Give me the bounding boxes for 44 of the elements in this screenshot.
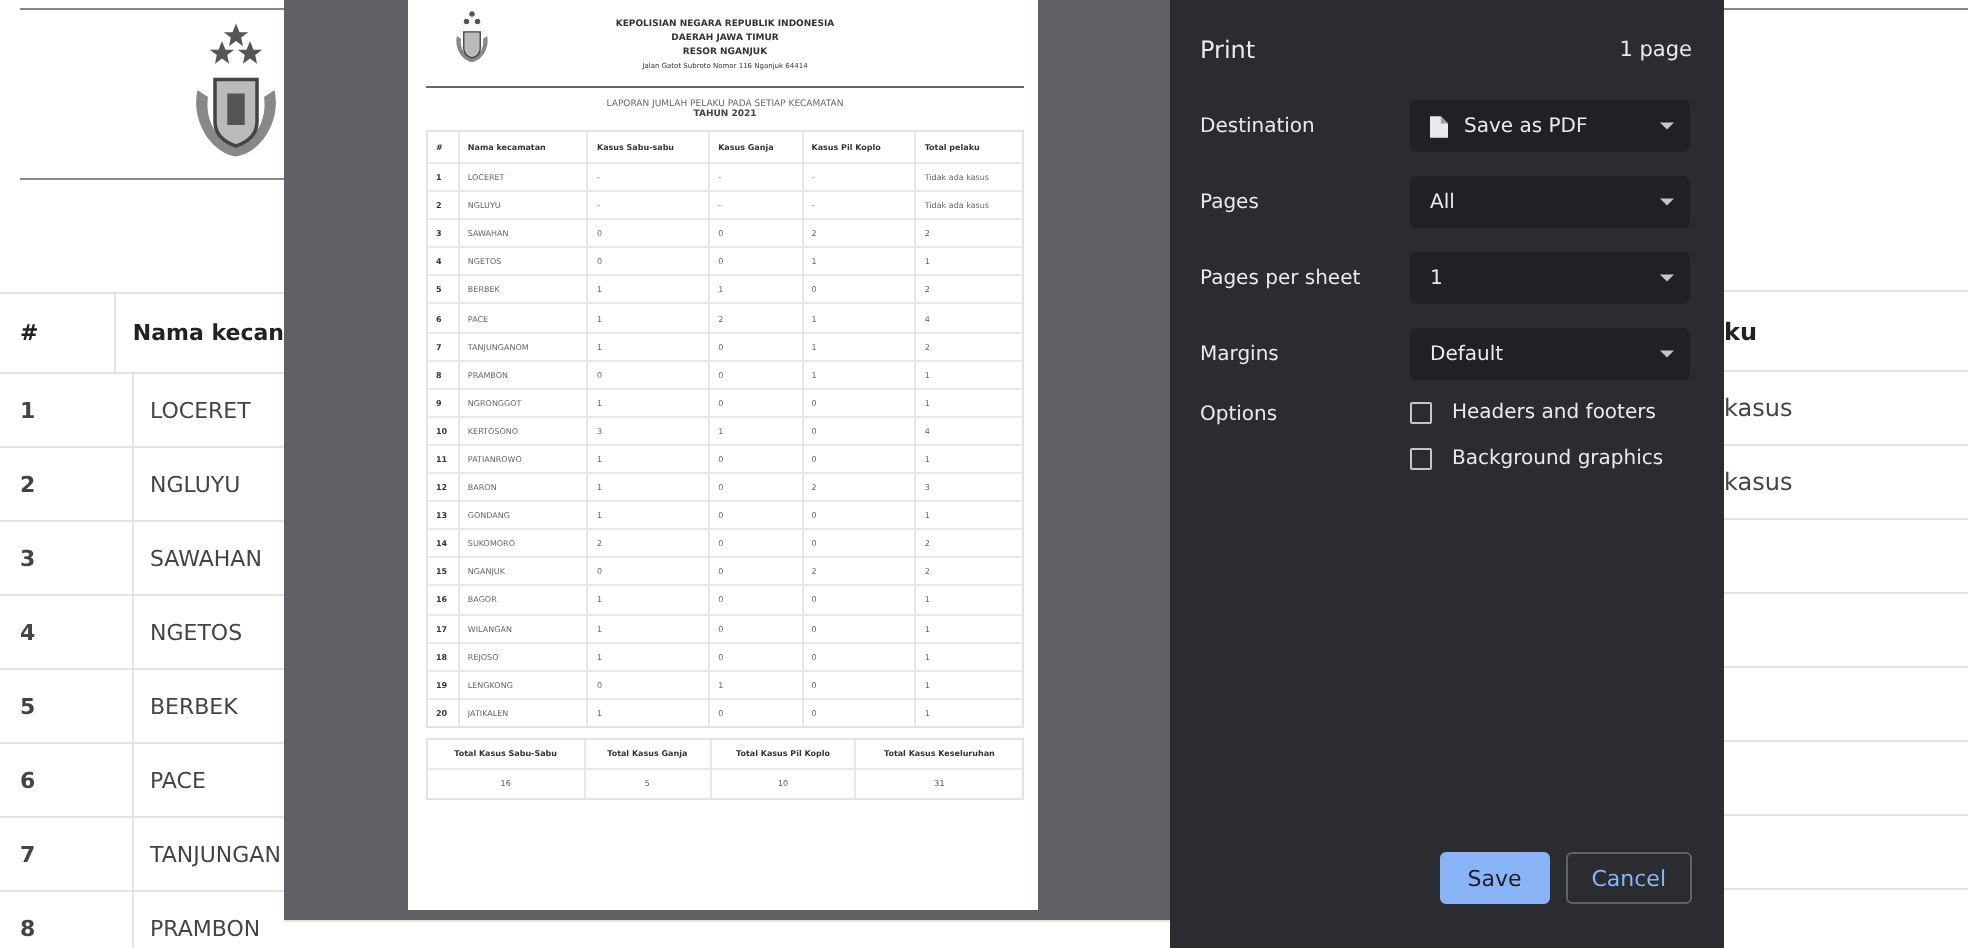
setting-label: Destination xyxy=(1200,115,1317,137)
checkbox-label[interactable]: Headers and footers xyxy=(1452,402,1656,424)
table-cell-text: NGETOS xyxy=(148,617,243,649)
page-count: 1 page xyxy=(1619,38,1692,62)
caret-icon xyxy=(1660,350,1674,358)
table-cell-text: LOCERET xyxy=(148,395,251,427)
column-header: # xyxy=(0,294,117,372)
table-cell-text: BERBEK xyxy=(148,691,238,723)
table-cell: 1 xyxy=(0,374,134,446)
table-cell: 2 xyxy=(0,448,134,520)
dropdown[interactable]: All xyxy=(1410,176,1690,228)
table-cell: 6 xyxy=(0,744,134,816)
table-cell: 5 xyxy=(0,670,134,742)
cancel-button[interactable]: Cancel xyxy=(1565,852,1692,904)
table-cell-text: kasus xyxy=(1724,392,1793,426)
checkbox[interactable] xyxy=(1410,402,1432,424)
dropdown[interactable]: Save as PDF xyxy=(1410,100,1690,152)
caret-icon xyxy=(1660,198,1674,206)
checkbox-label[interactable]: Background graphics xyxy=(1452,448,1664,470)
table-cell: 7 xyxy=(0,818,134,890)
dialog-title: Print xyxy=(1200,36,1256,64)
setting-label: Pages per sheet xyxy=(1200,267,1363,289)
table-cell-text: kasus xyxy=(1724,466,1793,500)
dropdown[interactable]: 1 xyxy=(1410,252,1690,304)
column-header: ku xyxy=(1724,315,1758,349)
table-cell: 3 xyxy=(0,522,134,594)
setting-label: Margins xyxy=(1200,343,1281,365)
table-cell-text: SAWAHAN xyxy=(148,543,262,575)
column-header: Nama kecan xyxy=(130,318,284,350)
table-cell-text: TANJUNGAN xyxy=(148,839,281,871)
emblem-drawing xyxy=(450,8,494,64)
table-cell-text: PRAMBON xyxy=(148,913,261,945)
save-button[interactable]: Save xyxy=(1439,852,1550,904)
caret-icon xyxy=(1660,122,1674,130)
file-icon xyxy=(1430,115,1448,137)
setting-label: Pages xyxy=(1200,191,1261,213)
caret-icon xyxy=(1660,274,1674,282)
checkbox[interactable] xyxy=(1410,448,1432,470)
table-cell-text: NGLUYU xyxy=(148,469,241,501)
table-cell-text: PACE xyxy=(148,765,206,797)
table-cell: 4 xyxy=(0,596,134,668)
dropdown[interactable]: Default xyxy=(1410,328,1690,380)
setting-label: Options xyxy=(1200,404,1280,426)
table-cell: 8 xyxy=(0,892,134,948)
